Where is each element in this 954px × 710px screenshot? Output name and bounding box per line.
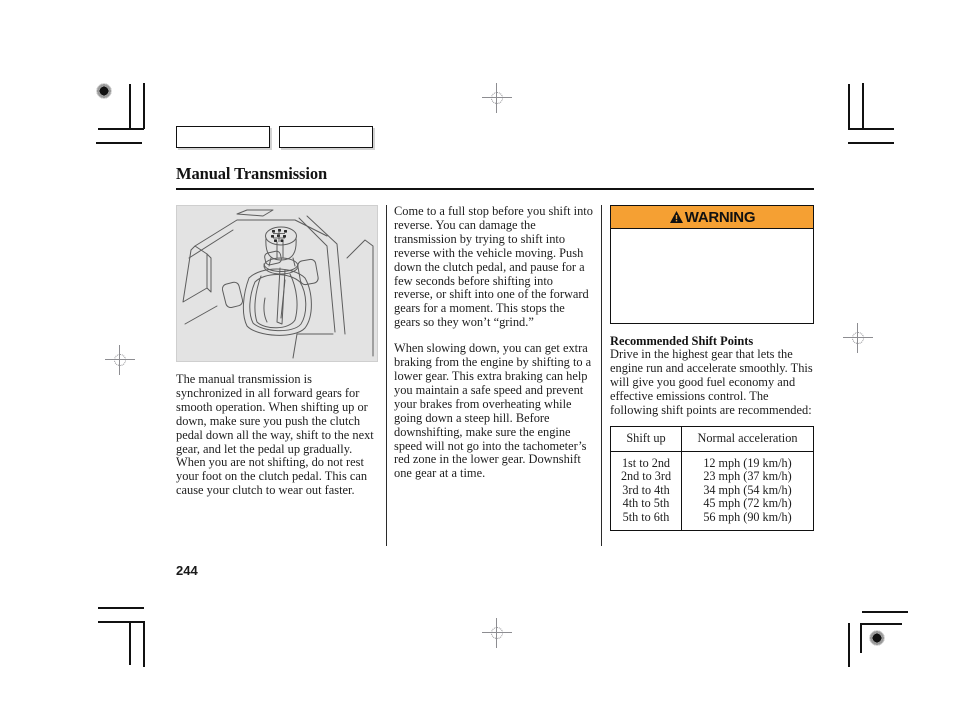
middle-column-paragraph-2: When slowing down, you can get extra bra… <box>394 341 592 481</box>
registration-dot <box>866 627 888 649</box>
registration-cross-left <box>105 345 135 375</box>
middle-column-paragraph-1: Come to a full stop before you shift int… <box>394 204 593 330</box>
page-number: 244 <box>176 563 198 578</box>
left-column-paragraph: The manual transmission is synchronized … <box>176 372 374 498</box>
warning-triangle-icon <box>669 210 684 224</box>
crop-line <box>860 623 902 625</box>
column-header-normal-acceleration: Normal acceleration <box>681 426 814 452</box>
table-row: 4th to 5th 45 mph (72 km/h) <box>610 496 814 511</box>
warning-box: WARNING <box>610 205 814 324</box>
shift-points-table: Shift up Normal acceleration 1st to 2nd … <box>610 425 814 531</box>
registration-cross-top <box>482 83 512 113</box>
warning-label: WARNING <box>684 208 756 226</box>
table-row: 3rd to 4th 34 mph (54 km/h) <box>610 482 814 498</box>
shift-points-text: Drive in the highest gear that lets the … <box>610 347 813 417</box>
column-divider-1 <box>386 205 387 546</box>
table-row: 2nd to 3rd 23 mph (37 km/h) <box>610 469 814 484</box>
crop-line <box>129 621 131 665</box>
cell-speed: 23 mph (37 km/h) <box>703 469 792 484</box>
crop-line <box>862 83 864 129</box>
left-column: The manual transmission is synchronized … <box>176 205 380 498</box>
cell-speed: 12 mph (19 km/h) <box>703 455 792 470</box>
crop-line <box>98 128 144 130</box>
cell-shift-up: 2nd to 3rd <box>610 470 682 484</box>
section-tab-1[interactable] <box>176 126 270 148</box>
crop-line <box>129 84 131 128</box>
crop-line <box>848 128 894 130</box>
figure-caption: The manual transmission is synchronized … <box>176 372 380 498</box>
section-tabs <box>176 126 814 150</box>
manual-shift-lever-illustration <box>176 205 378 362</box>
page-title: Manual Transmission <box>176 164 328 183</box>
crop-line <box>143 621 145 667</box>
cell-speed: 45 mph (72 km/h) <box>703 496 792 511</box>
crop-line <box>848 623 850 667</box>
middle-column: Come to a full stop before you shift int… <box>394 204 594 481</box>
registration-cross-bottom <box>482 618 512 648</box>
page-header: Manual Transmission <box>176 126 814 190</box>
warning-header: WARNING <box>611 206 813 229</box>
crop-line <box>98 621 144 623</box>
column-header-shift-up: Shift up <box>610 426 682 452</box>
section-tab-2[interactable] <box>279 126 373 148</box>
table-row: 5th to 6th 56 mph (90 km/h) <box>610 509 814 530</box>
crop-line <box>143 83 145 129</box>
cell-shift-up: 5th to 6th <box>610 510 682 530</box>
crop-line <box>862 611 908 613</box>
table-row: 1st to 2nd 12 mph (19 km/h) <box>610 451 814 471</box>
crop-line <box>860 623 862 653</box>
crop-line <box>98 607 144 609</box>
crop-line <box>848 84 850 128</box>
right-column: WARNING Recommended Shift Points Drive i… <box>610 205 814 531</box>
registration-dot <box>93 80 115 102</box>
table-header-row: Shift up Normal acceleration <box>610 426 814 452</box>
content-columns: The manual transmission is synchronized … <box>176 204 814 550</box>
warning-body <box>611 229 813 323</box>
crop-line <box>848 142 894 144</box>
cell-shift-up: 1st to 2nd <box>610 451 682 471</box>
cell-shift-up: 3rd to 4th <box>610 483 682 498</box>
cell-speed: 34 mph (54 km/h) <box>703 482 792 497</box>
shift-points-heading: Recommended Shift Points <box>610 334 754 348</box>
title-rule <box>176 188 814 190</box>
cell-speed: 56 mph (90 km/h) <box>703 509 792 524</box>
column-divider-2 <box>601 205 602 546</box>
cell-shift-up: 4th to 5th <box>610 497 682 511</box>
crop-line <box>96 142 142 144</box>
registration-cross-right <box>843 323 873 353</box>
